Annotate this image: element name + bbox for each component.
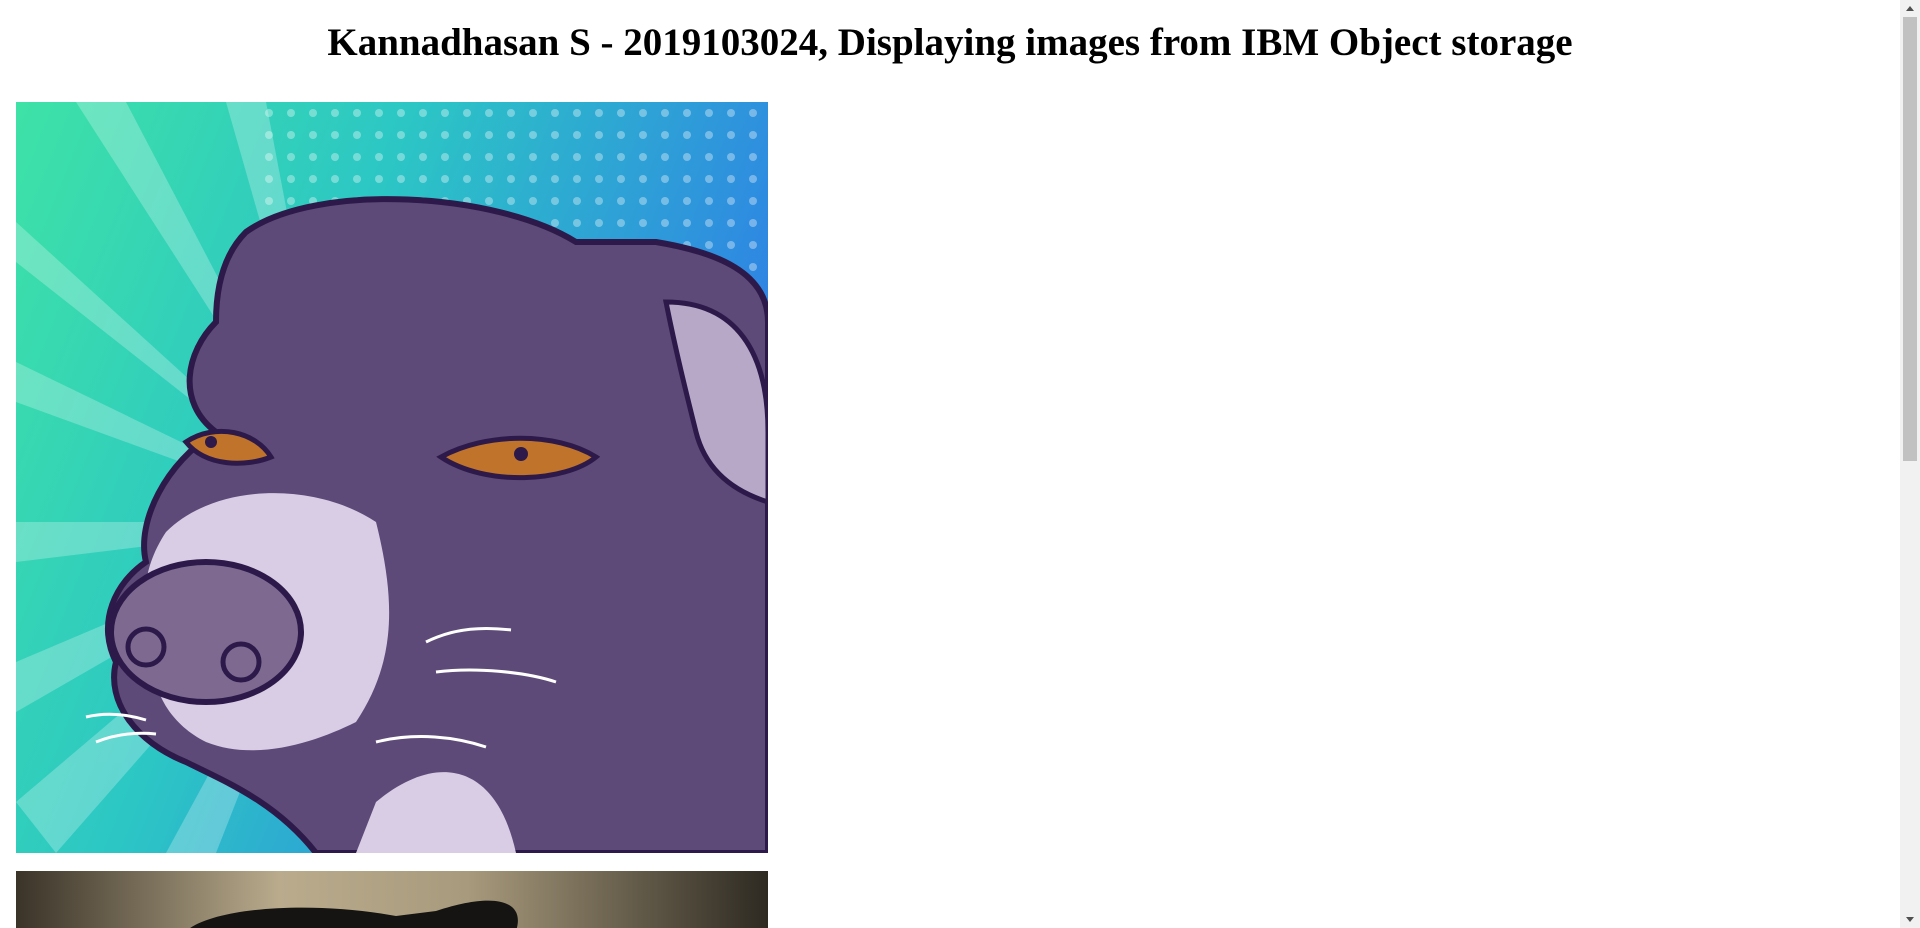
scroll-up-button[interactable] bbox=[1900, 0, 1920, 17]
page-body: Kannadhasan S - 2019103024, Displaying i… bbox=[0, 0, 1900, 928]
dog-photo-image bbox=[16, 871, 768, 928]
arrow-down-icon bbox=[1906, 917, 1914, 922]
page-title: Kannadhasan S - 2019103024, Displaying i… bbox=[327, 21, 1573, 64]
scrollbar-thumb[interactable] bbox=[1903, 17, 1917, 461]
vertical-scrollbar[interactable] bbox=[1900, 0, 1920, 928]
cartoon-dog-image bbox=[16, 102, 768, 853]
arrow-up-icon bbox=[1906, 6, 1914, 11]
scroll-down-button[interactable] bbox=[1900, 911, 1920, 928]
